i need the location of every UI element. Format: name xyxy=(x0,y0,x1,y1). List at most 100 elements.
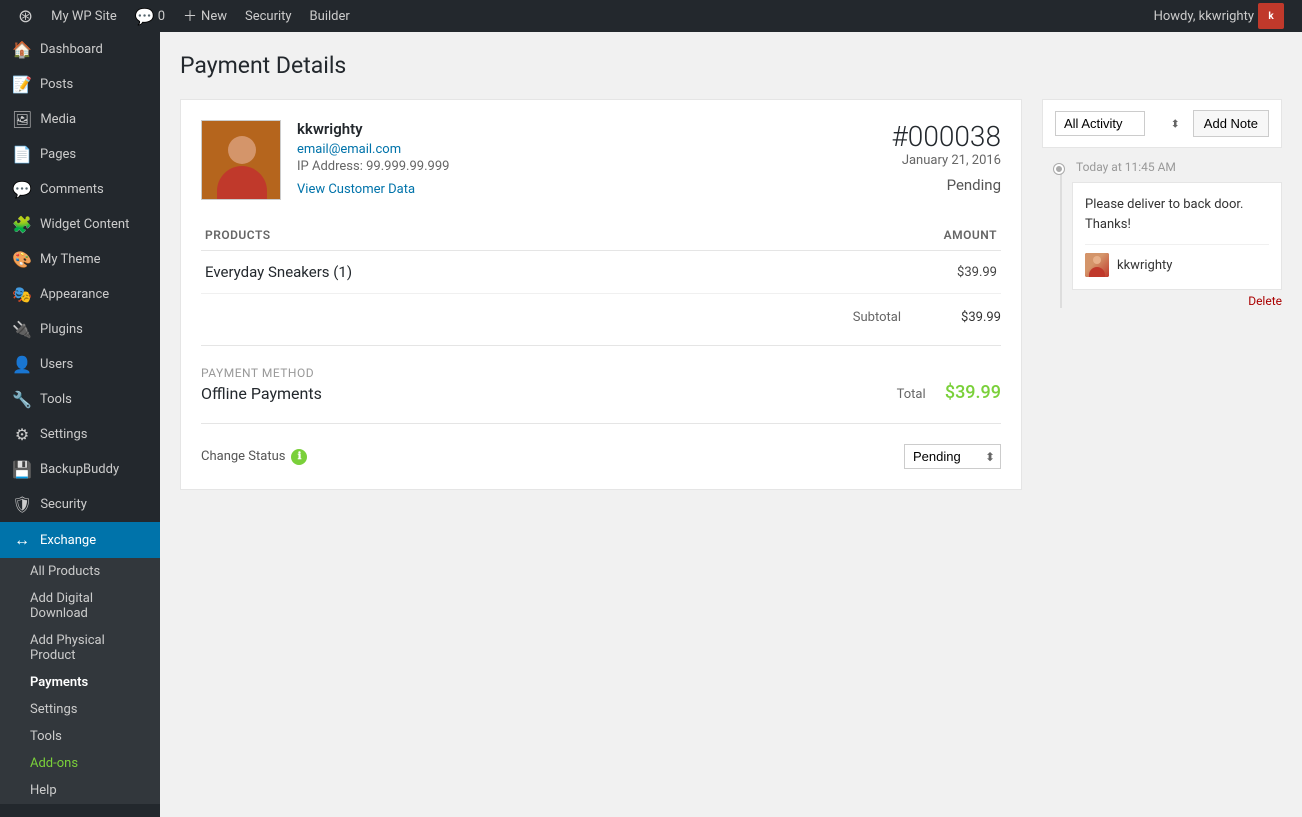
customer-info: kkwrighty email@email.com IP Address: 99… xyxy=(297,120,449,197)
top-bar: ⊛ My WP Site 💬 0 ＋ New Security Builder … xyxy=(0,0,1302,32)
ip-label: IP Address: xyxy=(297,159,363,174)
submenu-item-add-digital-download[interactable]: Add Digital Download xyxy=(0,585,160,627)
order-date: January 21, 2016 xyxy=(892,153,1001,168)
sidebar-item-posts[interactable]: 📝 Posts xyxy=(0,67,160,102)
sidebar-item-users[interactable]: 👤 Users xyxy=(0,347,160,382)
users-icon: 👤 xyxy=(12,355,32,374)
comments-icon: 💬 xyxy=(12,180,32,199)
builder-item[interactable]: Builder xyxy=(302,0,358,32)
table-row: Everyday Sneakers (1) $39.99 xyxy=(201,251,1001,294)
sidebar-item-security[interactable]: 🛡 Security xyxy=(0,487,160,522)
note-card: Please deliver to back door. Thanks! kkw… xyxy=(1072,182,1282,290)
note-author-name: kkwrighty xyxy=(1117,258,1172,273)
status-label-wrap: Change Status ℹ xyxy=(201,449,307,465)
submenu-item-tools[interactable]: Tools xyxy=(0,723,160,750)
my-theme-icon: 🎨 xyxy=(12,250,32,269)
activity-panel: All Activity Add Note Today at 11:45 AM xyxy=(1042,99,1282,308)
sidebar-item-backupbuddy[interactable]: 💾 BackupBuddy xyxy=(0,452,160,487)
comment-bubble-icon: 💬 xyxy=(135,7,155,26)
ip-value: 99.999.99.999 xyxy=(366,159,449,174)
status-select[interactable]: Pending Completed Refunded Void xyxy=(904,444,1001,469)
customer-avatar-image xyxy=(202,121,281,200)
customer-row: kkwrighty email@email.com IP Address: 99… xyxy=(201,120,449,200)
customer-avatar xyxy=(201,120,281,200)
sidebar-item-my-theme[interactable]: 🎨 My Theme xyxy=(0,242,160,277)
sidebar-item-label: Dashboard xyxy=(40,42,103,57)
sidebar-item-comments[interactable]: 💬 Comments xyxy=(0,172,160,207)
status-info-icon[interactable]: ℹ xyxy=(291,449,307,465)
sidebar-item-exchange[interactable]: ↔ Exchange xyxy=(0,522,160,558)
top-bar-left: ⊛ My WP Site 💬 0 ＋ New Security Builder xyxy=(10,0,1154,32)
sidebar-item-media[interactable]: 🖼 Media xyxy=(0,102,160,137)
customer-email: email@email.com xyxy=(297,142,449,157)
sidebar-item-pages[interactable]: 📄 Pages xyxy=(0,137,160,172)
user-avatar-small: k xyxy=(1258,3,1284,29)
subtotal-row: Subtotal $39.99 xyxy=(201,310,1001,325)
posts-icon: 📝 xyxy=(12,75,32,94)
main-detail: kkwrighty email@email.com IP Address: 99… xyxy=(180,99,1022,510)
add-note-button[interactable]: Add Note xyxy=(1193,110,1269,137)
timeline-dot xyxy=(1054,164,1064,174)
sidebar: 🏠 Dashboard 📝 Posts 🖼 Media 📄 Pages 💬 Co… xyxy=(0,32,160,817)
security-topbar-label: Security xyxy=(245,9,292,24)
exchange-submenu: All Products Add Digital Download Add Ph… xyxy=(0,558,160,804)
table-header-row: Products Amount xyxy=(201,220,1001,251)
submenu-item-settings[interactable]: Settings xyxy=(0,696,160,723)
status-label: Change Status xyxy=(201,449,285,464)
submenu-item-add-physical-product[interactable]: Add Physical Product xyxy=(0,627,160,669)
submenu-item-add-ons[interactable]: Add-ons xyxy=(0,750,160,777)
wp-logo-item[interactable]: ⊛ xyxy=(10,0,41,32)
site-name-item[interactable]: My WP Site xyxy=(43,0,125,32)
sidebar-item-label: Pages xyxy=(40,147,76,162)
product-amount: $39.99 xyxy=(774,251,1001,294)
delete-note-link[interactable]: Delete xyxy=(1072,294,1282,308)
activity-filter-select[interactable]: All Activity xyxy=(1055,111,1145,136)
sidebar-item-label: Media xyxy=(40,112,76,127)
total-label: Total xyxy=(897,387,926,402)
content-with-activity: kkwrighty email@email.com IP Address: 99… xyxy=(180,99,1282,510)
settings-icon: ⚙ xyxy=(12,425,32,444)
pages-icon: 📄 xyxy=(12,145,32,164)
activity-content: Today at 11:45 AM Please deliver to back… xyxy=(1072,160,1282,308)
order-status: Pending xyxy=(892,176,1001,194)
note-author-row: kkwrighty xyxy=(1085,244,1269,277)
sidebar-item-label: Comments xyxy=(40,182,104,197)
sidebar-item-label: Settings xyxy=(40,427,87,442)
payment-method-info: Payment Method Offline Payments xyxy=(201,366,322,403)
widget-content-icon: 🧩 xyxy=(12,215,32,234)
customer-ip: IP Address: 99.999.99.999 xyxy=(297,159,449,174)
sidebar-item-appearance[interactable]: 🎭 Appearance xyxy=(0,277,160,312)
sidebar-item-label: Tools xyxy=(40,392,72,407)
dashboard-icon: 🏠 xyxy=(12,40,32,59)
new-item[interactable]: ＋ New xyxy=(175,0,235,32)
note-avatar-image xyxy=(1085,253,1109,277)
security-topbar-item[interactable]: Security xyxy=(237,0,300,32)
status-section: Change Status ℹ Pending Completed Refund… xyxy=(201,423,1001,469)
sidebar-item-label: Users xyxy=(40,357,73,372)
submenu-item-help[interactable]: Help xyxy=(0,777,160,804)
security-icon: 🛡 xyxy=(12,495,32,514)
submenu-item-payments[interactable]: Payments xyxy=(0,669,160,696)
comments-item[interactable]: 💬 0 xyxy=(127,0,173,32)
sidebar-item-dashboard[interactable]: 🏠 Dashboard xyxy=(0,32,160,67)
sidebar-item-tools[interactable]: 🔧 Tools xyxy=(0,382,160,417)
customer-order-row: kkwrighty email@email.com IP Address: 99… xyxy=(201,120,1001,200)
media-icon: 🖼 xyxy=(12,110,32,129)
total-value: $39.99 xyxy=(945,382,1001,403)
subtotal-label: Subtotal xyxy=(801,310,921,325)
sidebar-item-plugins[interactable]: 🔌 Plugins xyxy=(0,312,160,347)
timeline-dot-wrap xyxy=(1054,164,1064,308)
sidebar-item-widget-content[interactable]: 🧩 Widget Content xyxy=(0,207,160,242)
col-products: Products xyxy=(201,220,774,251)
col-amount: Amount xyxy=(774,220,1001,251)
wp-logo-icon: ⊛ xyxy=(18,6,33,27)
status-select-wrapper: Pending Completed Refunded Void xyxy=(904,444,1001,469)
submenu-item-all-products[interactable]: All Products xyxy=(0,558,160,585)
tools-icon: 🔧 xyxy=(12,390,32,409)
customer-name: kkwrighty xyxy=(297,120,449,138)
subtotal-value: $39.99 xyxy=(921,310,1001,325)
page-title: Payment Details xyxy=(180,52,1282,79)
view-customer-link[interactable]: View Customer Data xyxy=(297,182,415,197)
sidebar-item-settings[interactable]: ⚙ Settings xyxy=(0,417,160,452)
appearance-icon: 🎭 xyxy=(12,285,32,304)
